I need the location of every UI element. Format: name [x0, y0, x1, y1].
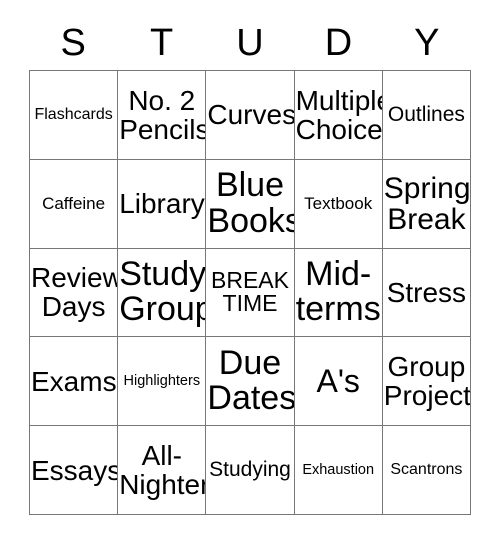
- bingo-cell-r1-c2[interactable]: No. 2 Pencils: [118, 71, 207, 160]
- bingo-card: S T U D Y Flashcards No. 2 Pencils Curves M…: [0, 0, 500, 544]
- bingo-cell-label: Exams: [31, 365, 117, 397]
- bingo-cell-label: Review Days: [31, 262, 119, 323]
- bingo-cell-label: BREAK TIME: [211, 266, 289, 317]
- bingo-cell-r4-c3[interactable]: Due Dates: [206, 337, 295, 427]
- bingo-cell-r4-c2[interactable]: Highlighters: [118, 337, 207, 427]
- bingo-cell-label: Mid- terms: [295, 255, 381, 329]
- bingo-cell-label: All- Nighter: [119, 439, 207, 501]
- header-letter-2: T: [150, 22, 174, 64]
- bingo-cell-r4-c1[interactable]: Exams: [30, 337, 119, 427]
- bingo-cell-r2-c2[interactable]: Library: [118, 159, 207, 249]
- bingo-cell-r3-c3[interactable]: BREAK TIME: [206, 248, 295, 338]
- bingo-cell-label: Multiple Choice: [295, 84, 383, 145]
- bingo-cell-r3-c2[interactable]: Study Group: [118, 248, 207, 338]
- bingo-cell-r2-c5[interactable]: Spring Break: [382, 159, 471, 249]
- header-letter-4: D: [324, 22, 353, 64]
- bingo-cell-r5-c1[interactable]: Essays: [30, 426, 119, 515]
- bingo-cell-r4-c4[interactable]: A's: [294, 337, 383, 427]
- bingo-cell-r5-c4[interactable]: Exhaustion: [294, 426, 383, 515]
- bingo-cell-label: Studying: [209, 458, 291, 482]
- bingo-cell-r5-c5[interactable]: Scantrons: [382, 426, 471, 515]
- bingo-cell-r1-c1[interactable]: Flashcards: [30, 71, 119, 160]
- header-letter-3: U: [236, 22, 264, 64]
- bingo-cell-label: Stress: [386, 276, 467, 308]
- bingo-cell-label: Spring Break: [383, 171, 471, 236]
- bingo-cell-label: No. 2 Pencils: [119, 84, 207, 145]
- bingo-cell-r2-c3[interactable]: Blue Books: [206, 159, 295, 249]
- bingo-cell-label: Caffeine: [42, 193, 106, 213]
- bingo-cell-label: Library: [119, 188, 205, 220]
- bingo-cell-r5-c3[interactable]: Studying: [206, 426, 295, 515]
- bingo-cell-r2-c1[interactable]: Caffeine: [30, 159, 119, 249]
- bingo-cell-label: Scantrons: [390, 460, 463, 478]
- bingo-cell-label: Outlines: [387, 102, 465, 126]
- bingo-cell-label: Highlighters: [123, 372, 201, 389]
- bingo-cell-r1-c5[interactable]: Outlines: [382, 71, 471, 160]
- bingo-cell-label: Study Group: [119, 255, 207, 329]
- bingo-cell-r3-c4[interactable]: Mid- terms: [294, 248, 383, 338]
- bingo-cell-r1-c3[interactable]: Curves: [206, 71, 295, 160]
- bingo-cell-r4-c5[interactable]: Group Project: [382, 337, 471, 427]
- bingo-cell-label: Flashcards: [34, 105, 113, 123]
- bingo-cell-r3-c1[interactable]: Review Days: [30, 248, 119, 338]
- bingo-cell-label: Textbook: [304, 193, 373, 213]
- bingo-header: S T U D Y: [29, 18, 471, 68]
- bingo-grid: Flashcards No. 2 Pencils Curves Multiple Ch…: [29, 70, 471, 515]
- bingo-cell-label: Exhaustion: [302, 461, 375, 478]
- bingo-cell-r2-c4[interactable]: Textbook: [294, 159, 383, 249]
- bingo-cell-r1-c4[interactable]: Multiple Choice: [294, 71, 383, 160]
- bingo-cell-r3-c5[interactable]: Stress: [382, 248, 471, 338]
- bingo-cell-label: Due Dates: [207, 343, 295, 418]
- bingo-cell-label: Curves: [207, 99, 295, 131]
- bingo-cell-label: Group Project: [383, 351, 471, 412]
- header-letter-5: Y: [414, 22, 440, 64]
- bingo-cell-label: Blue Books: [207, 166, 295, 240]
- bingo-cell-label: Essays: [31, 454, 119, 486]
- bingo-cell-r5-c2[interactable]: All- Nighter: [118, 426, 207, 515]
- bingo-cell-label: A's: [316, 362, 360, 399]
- header-letter-1: S: [60, 22, 86, 64]
